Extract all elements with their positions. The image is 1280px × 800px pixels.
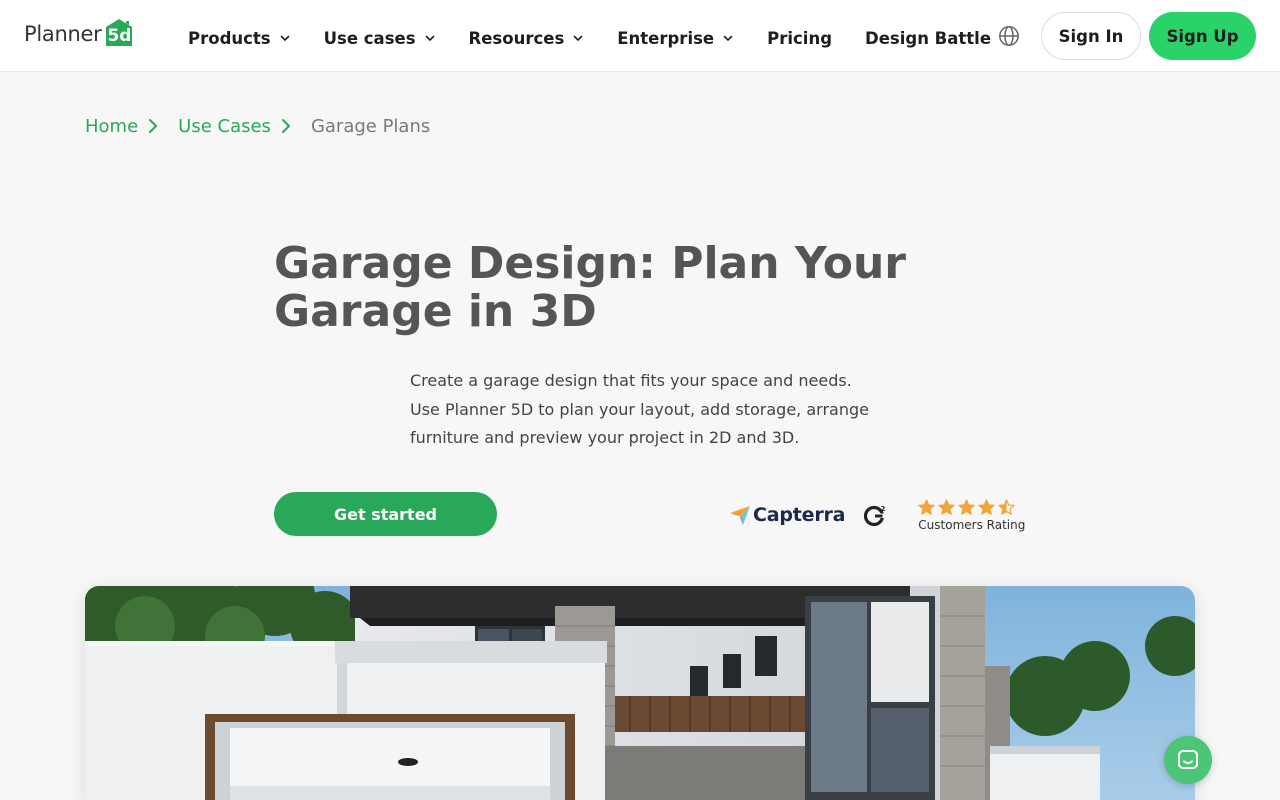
chevron-down-icon bbox=[723, 35, 733, 41]
nav-resources[interactable]: Resources bbox=[469, 29, 585, 48]
page-title: Garage Design: Plan Your Garage in 3D bbox=[274, 238, 906, 337]
hero-description: Create a garage design that fits your sp… bbox=[410, 371, 869, 447]
capterra-logo-icon bbox=[730, 506, 750, 525]
chevron-right-icon bbox=[149, 119, 158, 133]
nav-products-label: Products bbox=[188, 28, 271, 48]
logo-mark: 5d bbox=[104, 17, 134, 47]
main-nav: Products Use cases Resources Enterprise … bbox=[188, 25, 1024, 51]
rating-label: Customers Rating bbox=[918, 517, 1026, 532]
globe-icon[interactable] bbox=[998, 25, 1020, 47]
nav-use-cases-label: Use cases bbox=[323, 28, 416, 48]
capterra-label: Capterra bbox=[753, 504, 846, 526]
rating-stars bbox=[918, 498, 1018, 517]
breadcrumb-current: Garage Plans bbox=[310, 115, 431, 137]
customer-rating: Customers Rating bbox=[918, 498, 1026, 532]
star-full-icon bbox=[978, 498, 995, 515]
breadcrumb-use-cases[interactable]: Use Cases bbox=[178, 116, 271, 137]
nav-enterprise[interactable]: Enterprise bbox=[617, 29, 734, 48]
breadcrumb-home[interactable]: Home bbox=[85, 116, 138, 137]
g2-logo-icon[interactable]: 2 bbox=[863, 503, 887, 527]
nav-pricing[interactable]: Pricing bbox=[767, 29, 832, 48]
nav-design-battle[interactable]: Design Battle bbox=[865, 29, 991, 48]
star-full-icon bbox=[938, 498, 955, 515]
nav-products[interactable]: Products bbox=[188, 29, 291, 48]
chevron-down-icon bbox=[280, 35, 289, 41]
ratings-block: Capterra 2 Customers Rating bbox=[729, 497, 1025, 533]
star-full-icon bbox=[958, 498, 975, 515]
chevron-down-icon bbox=[573, 35, 583, 41]
nav-enterprise-label: Enterprise bbox=[617, 28, 715, 48]
chevron-right-icon bbox=[281, 119, 290, 133]
star-full-icon bbox=[918, 498, 935, 515]
logo-mark-text: 5d bbox=[107, 26, 132, 46]
planner5d-logo[interactable]: Planner 5d bbox=[24, 18, 134, 50]
svg-text:2: 2 bbox=[881, 505, 886, 513]
star-half-icon bbox=[998, 498, 1015, 515]
nav-design-battle-label: Design Battle bbox=[865, 28, 992, 48]
nav-resources-label: Resources bbox=[468, 28, 565, 48]
site-header: Planner 5d Products Use cases Resources … bbox=[0, 0, 1280, 72]
chat-button[interactable] bbox=[1164, 736, 1212, 784]
breadcrumb: Home Use Cases Garage Plans bbox=[85, 113, 430, 139]
chevron-down-icon bbox=[425, 35, 434, 41]
nav-use-cases[interactable]: Use cases bbox=[324, 29, 436, 48]
capterra-badge[interactable]: Capterra bbox=[729, 504, 845, 526]
nav-pricing-label: Pricing bbox=[767, 28, 833, 48]
chat-icon bbox=[1178, 750, 1198, 769]
logo-text: Planner bbox=[24, 22, 102, 46]
get-started-button[interactable]: Get started bbox=[274, 492, 497, 536]
sign-in-button[interactable]: Sign In bbox=[1041, 12, 1141, 60]
hero-image bbox=[85, 586, 1195, 800]
sign-up-button[interactable]: Sign Up bbox=[1149, 12, 1256, 60]
